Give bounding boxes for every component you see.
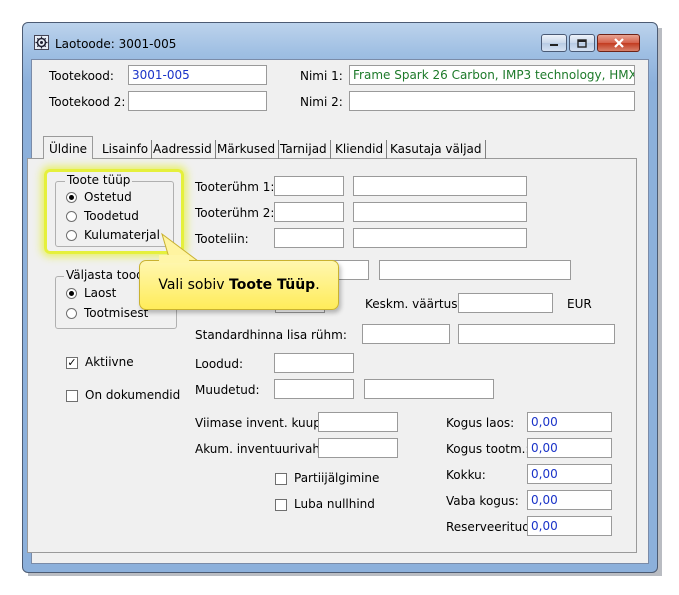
app-gear-icon [34,35,49,50]
kogus-tootm-label: Kogus tootm.: [446,442,530,456]
tab-lisainfo[interactable]: Lisainfo [99,140,153,159]
tab-kliendid[interactable]: Kliendid [332,140,388,159]
tab-uldine[interactable]: Üldine [43,136,94,159]
hint-suffix: . [315,277,320,293]
tootekood-label: Tootekood: [49,69,114,83]
checkbox-on-dokumendid[interactable] [66,390,78,402]
tooteryhm2-name-field[interactable] [353,202,527,222]
hint-callout-text: Vali sobiv Toote Tüüp. [140,261,338,309]
maximize-icon [577,38,587,48]
tooteryhm1-name-field[interactable] [353,176,527,196]
loodud-field[interactable] [274,353,354,373]
maximize-button[interactable] [569,34,595,52]
window-title: Laotoode: 3001-005 [55,37,177,51]
checkbox-luba-nullhind[interactable] [275,499,287,511]
hint-callout: Vali sobiv Toote Tüüp. [139,260,339,310]
tootekood2-field[interactable] [128,91,267,111]
akum-invent-label: Akum. inventuurivahe: [195,442,332,456]
tooteryhm1-code-field[interactable] [274,176,344,196]
muudetud-label: Muudetud: [195,383,260,397]
viimase-invent-label: Viimase invent. kuup.: [195,416,329,430]
currency-label: EUR [567,297,592,311]
checkbox-aktiivne-label: Aktiivne [85,355,134,369]
nimi1-field[interactable]: Frame Spark 26 Carbon, IMP3 technology, … [349,65,635,85]
tooteryhm2-code-field[interactable] [274,202,344,222]
checkbox-partii[interactable] [275,473,287,485]
vaba-kogus-field[interactable]: 0,00 [527,490,612,510]
radio-laost-label: Laost [84,286,117,300]
tootekood-field[interactable]: 3001-005 [128,65,267,85]
keskm-vaartus-field[interactable] [458,293,553,313]
tooteryhm1-label: Tooterühm 1: [195,180,275,194]
tooteryhm2-label: Tooterühm 2: [195,206,275,220]
loodud-label: Loodud: [195,357,244,371]
hidden-row-name-field[interactable] [379,260,571,280]
tab-kasutaja-valjad[interactable]: Kasutaja väljad [387,140,486,159]
viimase-invent-field[interactable] [318,412,398,432]
nimi1-label: Nimi 1: [300,69,343,83]
radio-tootmisest[interactable] [66,308,77,319]
checkbox-on-dokumendid-label: On dokumendid [85,388,181,402]
checkbox-luba-nullhind-label: Luba nullhind [294,497,375,511]
kokku-field[interactable]: 0,00 [527,464,612,484]
reserveeritud-label: Reserveeritud: [446,520,534,534]
close-icon [613,38,624,48]
standardhinna-name-field[interactable] [458,324,615,344]
tab-aadressid[interactable]: Aadressid [150,140,216,159]
kogus-laos-label: Kogus laos: [446,416,515,430]
vaba-kogus-label: Vaba kogus: [446,494,519,508]
hint-prefix: Vali sobiv [158,277,230,293]
hint-bold: Toote Tüüp [229,277,316,293]
muudetud-user-field[interactable] [364,379,494,399]
tab-tarnijad[interactable]: Tarnijad [277,140,331,159]
radio-tootmisest-label: Tootmisest [84,306,149,320]
standardhinna-code-field[interactable] [362,324,450,344]
standardhinna-label: Standardhinna lisa rühm: [195,328,347,342]
keskm-vaartus-label: Keskm. väärtus: [365,297,462,311]
tooteliin-code-field[interactable] [274,228,344,248]
kokku-label: Kokku: [446,468,486,482]
nimi2-label: Nimi 2: [300,95,343,109]
muudetud-date-field[interactable] [274,379,354,399]
checkbox-partii-label: Partiijälgimine [294,471,380,485]
title-bar[interactable]: Laotoode: 3001-005 [23,23,657,59]
callout-pointer-join [159,255,189,263]
close-button[interactable] [597,34,640,52]
reserveeritud-field[interactable]: 0,00 [527,516,612,536]
radio-laost[interactable] [66,288,77,299]
tooteliin-name-field[interactable] [353,228,527,248]
checkbox-aktiivne[interactable]: ✓ [66,357,78,369]
kogus-laos-field[interactable]: 0,00 [527,412,612,432]
minimize-button[interactable] [541,34,567,52]
akum-invent-field[interactable] [318,438,398,458]
kogus-tootm-field[interactable]: 0,00 [527,438,612,458]
nimi2-field[interactable] [349,91,635,111]
minimize-icon [550,44,558,46]
tab-markused[interactable]: Märkused [214,140,280,159]
tootekood2-label: Tootekood 2: [49,95,126,109]
